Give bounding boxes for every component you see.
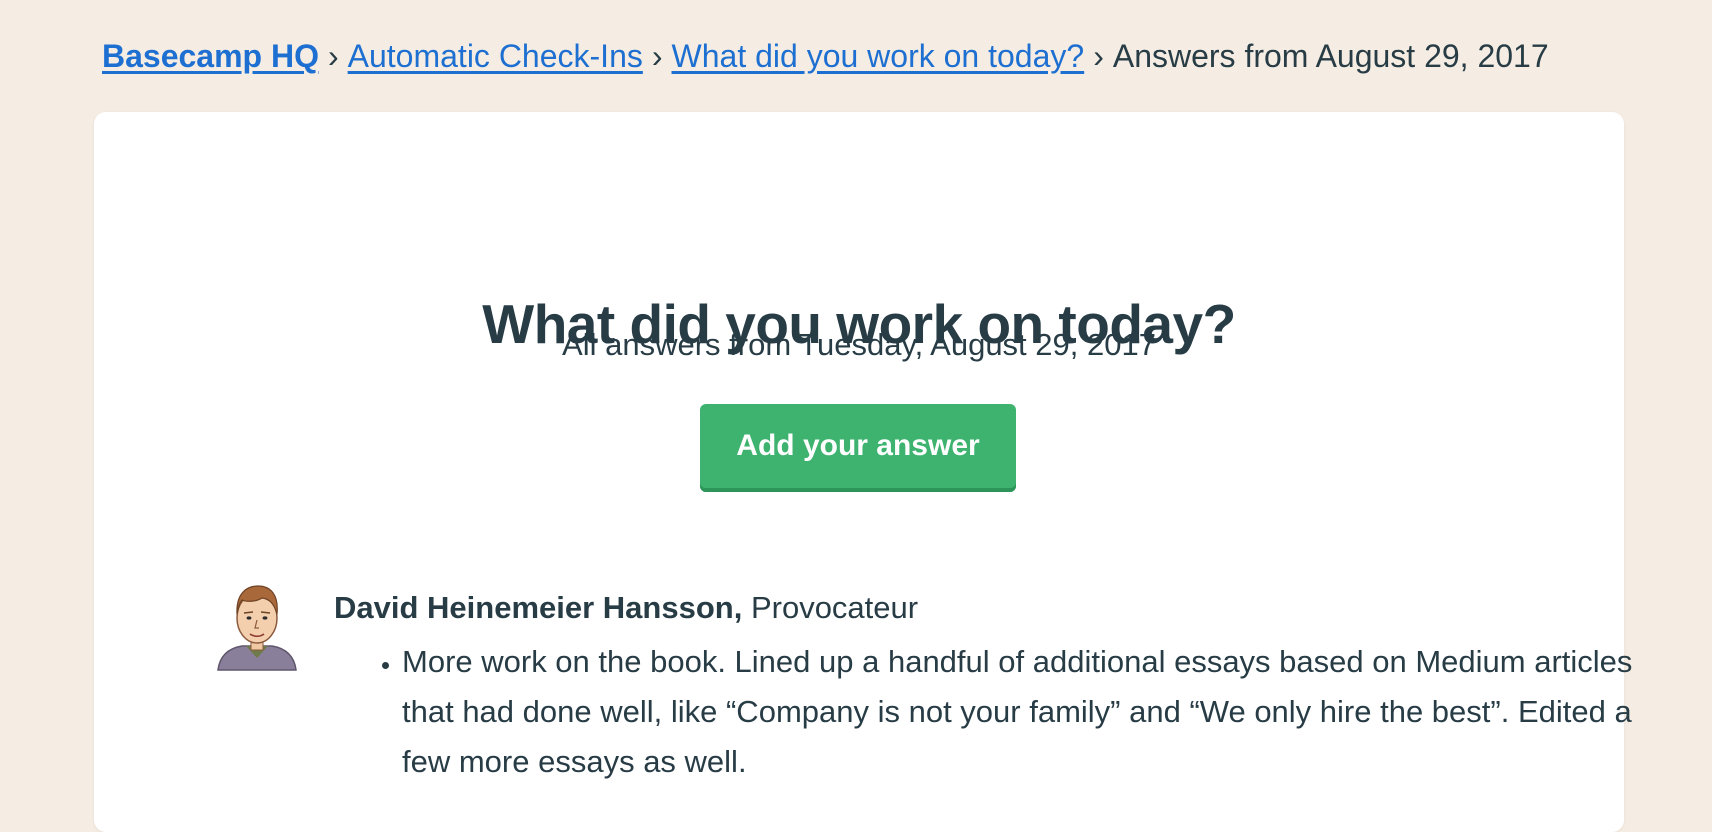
breadcrumb-link-question[interactable]: What did you work on today? [672,38,1085,74]
breadcrumb-separator: › [1093,38,1104,74]
breadcrumb-separator: › [651,38,663,74]
answers-card: What did you work on today? All answers … [94,112,1632,832]
answer-author: David Heinemeier Hansson, Provocateur [334,587,918,629]
author-role: Provocateur [750,590,919,625]
answer-list-item: More work on the book. Lined up a handfu… [402,637,1642,787]
author-name[interactable]: David Heinemeier Hansson, [334,590,742,625]
breadcrumb-separator: › [327,38,339,74]
breadcrumb: Basecamp HQ › Automatic Check-Ins › What did… [102,34,1549,78]
avatar-drawing [217,585,297,671]
person-avatar-icon[interactable] [216,580,298,672]
add-answer-button[interactable]: Add your answer [700,404,1016,492]
answer-list: More work on the book. Lined up a handfu… [366,637,1642,787]
page-subtitle: All answers from Tuesday, August 29, 201… [562,327,1156,362]
breadcrumb-current: Answers from August 29, 2017 [1112,38,1549,74]
breadcrumb-link-basecamp-hq[interactable]: Basecamp HQ [102,38,319,74]
breadcrumb-link-automatic-check-ins[interactable]: Automatic Check-Ins [348,38,643,74]
